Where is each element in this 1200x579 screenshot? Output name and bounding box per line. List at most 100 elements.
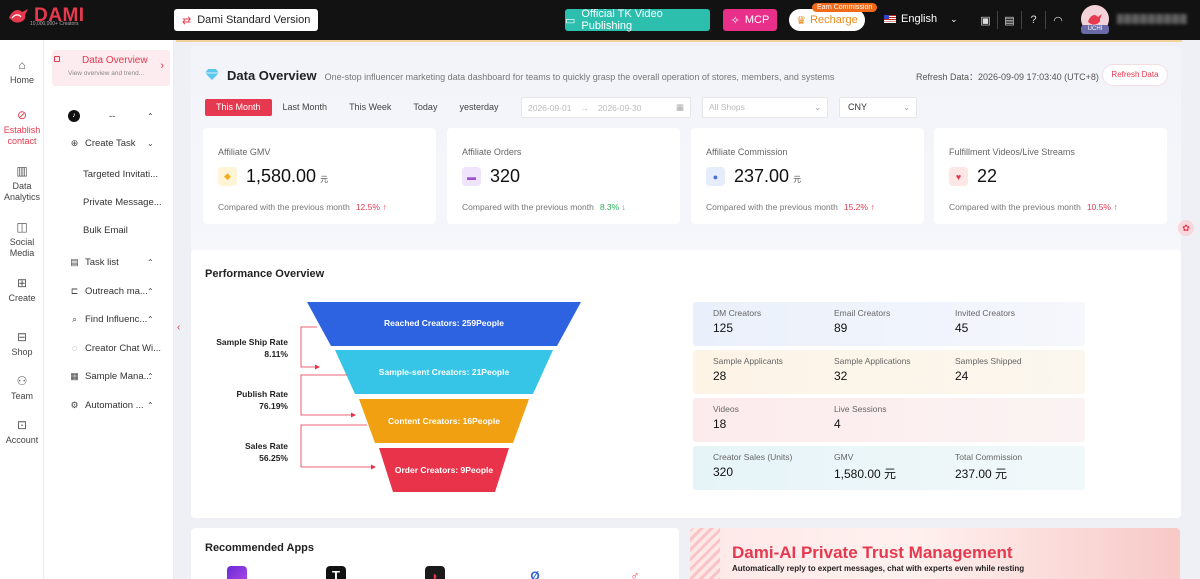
stat-row-content: Videos 18 Live Sessions 4 bbox=[693, 398, 1085, 442]
stat-value: 18 bbox=[713, 417, 727, 431]
mcp-button[interactable]: ✧ MCP bbox=[723, 9, 777, 31]
rail-item-shop[interactable]: ⊟ Shop bbox=[0, 330, 44, 358]
refresh-data-button[interactable]: Refresh Data bbox=[1103, 65, 1167, 85]
change-value: 15.2% bbox=[843, 202, 868, 212]
subnav-automation[interactable]: ⚙ Automation ... ⌃ bbox=[44, 395, 174, 415]
username-blurred[interactable] bbox=[1117, 14, 1187, 24]
metric-card-affiliate-orders: Affiliate Orders ▬ 320 Compared with the… bbox=[447, 128, 680, 224]
subnav-find-influencers[interactable]: ⌕ Find Influenc... ⌃ bbox=[44, 309, 174, 329]
subnav-private-message[interactable]: Private Message... bbox=[44, 192, 174, 212]
metric-card-affiliate-commission: Affiliate Commission ● 237.00 元 Compared … bbox=[691, 128, 924, 224]
version-switch-button[interactable]: ⇄ Dami Standard Version bbox=[174, 9, 319, 31]
version-label: Dami Standard Version bbox=[197, 14, 311, 26]
tab-yesterday[interactable]: yesterday bbox=[448, 99, 509, 116]
stat-label: GMV bbox=[834, 452, 854, 462]
diamond-icon bbox=[205, 69, 219, 80]
recommended-apps-card: Recommended Apps T ◗ Ø ♂ bbox=[191, 528, 679, 579]
stat-gmv: GMV 1,580.00 元 bbox=[834, 452, 896, 482]
rail-label: Home bbox=[9, 75, 34, 85]
money-bag-icon: ● bbox=[706, 167, 725, 186]
subnav-sample-management[interactable]: ▦ Sample Mana... ⌃ bbox=[44, 366, 174, 386]
stat-label: Sample Applicants bbox=[713, 356, 783, 366]
subnav-create-task[interactable]: ⊕ Create Task ⌄ bbox=[44, 133, 174, 153]
order-icon: ▬ bbox=[462, 167, 481, 186]
subnav-data-overview[interactable]: Data Overview View overview and trend...… bbox=[52, 50, 170, 86]
tab-last-month[interactable]: Last Month bbox=[272, 99, 339, 116]
rail-item-establish-contact[interactable]: ⊘ Establish contact bbox=[0, 108, 44, 147]
banner-title: Dami-AI Private Trust Management bbox=[732, 543, 1013, 562]
subnav-task-list[interactable]: ▤ Task list ⌃ bbox=[44, 252, 174, 272]
chevron-down-icon: ⌄ bbox=[950, 13, 958, 24]
app-icon-t-logo[interactable]: T bbox=[326, 566, 346, 579]
data-overview-card: Data Overview One-stop influencer market… bbox=[191, 46, 1181, 276]
stat-creator-sales: Creator Sales (Units) 320 bbox=[713, 452, 792, 479]
tab-today[interactable]: Today bbox=[402, 99, 448, 116]
compare-text: Compared with the previous month bbox=[218, 202, 350, 212]
recharge-button[interactable]: ♛ Recharge bbox=[789, 9, 865, 31]
subnav-active-desc: View overview and trend... bbox=[68, 70, 145, 77]
dami-app-icon: ◗ bbox=[431, 569, 439, 579]
metric-label: Affiliate Orders bbox=[462, 147, 522, 157]
rate-name: Sales Rate bbox=[245, 441, 288, 451]
video-icon: ♥ bbox=[949, 167, 968, 186]
currency-select[interactable]: CNY ⌄ bbox=[839, 97, 917, 118]
stat-live-sessions: Live Sessions 4 bbox=[834, 404, 886, 431]
app-icon-purple[interactable] bbox=[227, 566, 247, 579]
tk-video-publishing-button[interactable]: ▭ Official TK Video Publishing bbox=[565, 8, 710, 32]
rail-item-create[interactable]: ⊞ Create bbox=[0, 276, 44, 304]
app-icon-dami[interactable]: ◗ bbox=[425, 566, 445, 579]
recharge-label: Recharge bbox=[810, 14, 858, 26]
metric-number: 1,580.00 bbox=[246, 166, 317, 186]
outreach-icon: ⊏ bbox=[70, 285, 79, 296]
subnav-item-label: Create Task bbox=[85, 137, 136, 149]
language-selector[interactable]: English ⌄ bbox=[884, 13, 958, 25]
sub-nav: Data Overview View overview and trend...… bbox=[44, 40, 174, 579]
shop-select[interactable]: All Shops ⌄ bbox=[702, 97, 828, 118]
conversion-funnel bbox=[300, 302, 581, 492]
metric-value: 22 bbox=[977, 166, 997, 187]
brand-tagline: 10,000,000+ Creators bbox=[30, 21, 79, 27]
metric-number: 237.00 bbox=[734, 166, 790, 186]
monitor-icon: ▭ bbox=[565, 14, 576, 27]
tab-this-month[interactable]: This Month bbox=[205, 99, 272, 116]
rail-item-account[interactable]: ⊡ Account bbox=[0, 418, 44, 446]
subnav-item-label: Outreach ma... bbox=[85, 285, 148, 297]
date-end: 2026-09-30 bbox=[597, 102, 642, 113]
metric-value: 237.00 元 bbox=[734, 166, 801, 187]
message-icon[interactable]: ▣ bbox=[974, 11, 998, 29]
app-icon-blue[interactable]: Ø bbox=[525, 566, 545, 579]
date-range-picker[interactable]: 2026-09-01 → 2026-09-30 ▦ bbox=[521, 97, 691, 118]
help-icon[interactable]: ? bbox=[1022, 11, 1046, 29]
document-icon[interactable]: ▤ bbox=[998, 11, 1022, 29]
subnav-platform-select[interactable]: ♪ -- ⌃ bbox=[44, 106, 174, 126]
top-icon-group: ▣ ▤ ? ◠ bbox=[974, 11, 1070, 29]
recommended-apps-title: Recommended Apps bbox=[205, 542, 315, 554]
task-icon: ⊕ bbox=[70, 137, 79, 148]
rail-item-home[interactable]: ⌂ Home bbox=[0, 58, 44, 86]
subnav-item-label: Sample Mana... bbox=[85, 370, 152, 382]
mcp-label: MCP bbox=[744, 14, 770, 26]
rail-item-data-analytics[interactable]: ▥ Data Analytics bbox=[0, 164, 44, 203]
funnel-label-order: Order Creators: 9People bbox=[394, 465, 494, 475]
subnav-item-label: Automation ... bbox=[85, 399, 144, 411]
ai-trust-management-banner[interactable]: Dami-AI Private Trust Management Automat… bbox=[690, 528, 1180, 579]
metric-compare: Compared with the previous month 10.5% ↑ bbox=[949, 202, 1118, 212]
subnav-creator-chat[interactable]: ◌ Creator Chat Wi... bbox=[44, 338, 174, 358]
subnav-outreach-management[interactable]: ⊏ Outreach ma... ⌃ bbox=[44, 281, 174, 301]
rail-item-social-media[interactable]: ◫ Social Media bbox=[0, 220, 44, 259]
headset-icon[interactable]: ◠ bbox=[1046, 11, 1070, 29]
create-icon: ⊞ bbox=[16, 276, 28, 290]
tk-publishing-label: Official TK Video Publishing bbox=[581, 8, 663, 32]
rate-value: 76.19% bbox=[259, 401, 288, 411]
change-value: 12.5% bbox=[355, 202, 380, 212]
metric-compare: Compared with the previous month 12.5% ↑ bbox=[218, 202, 387, 212]
tab-this-week[interactable]: This Week bbox=[338, 99, 402, 116]
subnav-targeted-invitation[interactable]: Targeted Invitati... bbox=[44, 164, 174, 184]
floating-assistant-icon[interactable]: ✿ bbox=[1178, 220, 1194, 236]
app-icon-red[interactable]: ♂ bbox=[625, 566, 645, 579]
rail-item-team[interactable]: ⚇ Team bbox=[0, 374, 44, 402]
metric-label: Fulfillment Videos/Live Streams bbox=[949, 147, 1075, 157]
subnav-bulk-email[interactable]: Bulk Email bbox=[44, 220, 174, 240]
overview-header: Data Overview One-stop influencer market… bbox=[205, 68, 834, 83]
stat-value: 125 bbox=[713, 321, 734, 335]
